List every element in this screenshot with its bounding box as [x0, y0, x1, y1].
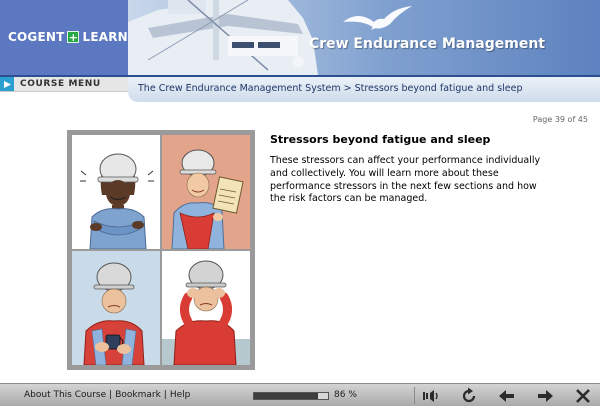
toolbar-divider — [414, 387, 415, 404]
replay-icon — [462, 387, 476, 402]
progress-text: 86 % — [334, 390, 357, 400]
logo: COGENT + LEARNING — [0, 0, 153, 75]
illustration-panel-headache-worker — [162, 251, 250, 365]
link-separator: | — [109, 390, 113, 400]
close-button[interactable] — [570, 385, 596, 406]
illustration-panel-cold-worker — [72, 135, 160, 249]
illustration-panel-clipboard-worker — [162, 135, 250, 249]
forward-button[interactable] — [532, 385, 558, 406]
course-menu-label: COURSE MENU — [20, 79, 101, 89]
illustration-panel-coffee-worker — [72, 251, 160, 365]
breadcrumb: The Crew Endurance Management System > S… — [138, 83, 523, 94]
progress-fill — [254, 393, 318, 399]
header-banner: Crew Endurance Management — [128, 0, 600, 75]
help-link[interactable]: Help — [170, 390, 191, 400]
back-arrow-icon — [499, 389, 514, 402]
replay-button[interactable] — [456, 385, 482, 406]
footer-links: About This Course | Bookmark | Help — [24, 390, 190, 400]
logo-plus-icon: + — [67, 31, 80, 44]
audio-icon — [423, 389, 438, 402]
audio-button[interactable] — [418, 385, 444, 406]
bookmark-link[interactable]: Bookmark — [115, 390, 161, 400]
breadcrumb-bar: The Crew Endurance Management System > S… — [128, 77, 600, 102]
stressors-illustration — [67, 130, 255, 370]
link-separator: | — [163, 390, 167, 400]
page-title: Stressors beyond fatigue and sleep — [270, 133, 491, 146]
close-icon — [576, 388, 590, 403]
back-button[interactable] — [494, 385, 520, 406]
header: COGENT + LEARNING Crew Endurance Managem… — [0, 0, 600, 77]
page-body: These stressors can affect your performa… — [270, 155, 541, 205]
course-menu-button[interactable]: COURSE MENU — [0, 77, 128, 92]
bottom-toolbar: About This Course | Bookmark | Help 86 % — [0, 383, 600, 406]
about-course-link[interactable]: About This Course — [24, 390, 106, 400]
course-title: Crew Endurance Management — [308, 36, 545, 52]
forward-arrow-icon — [538, 389, 553, 402]
arrow-right-icon — [0, 77, 14, 91]
logo-word-left: COGENT — [8, 30, 65, 44]
progress-bar — [253, 392, 329, 400]
page-number: Page 39 of 45 — [532, 115, 588, 124]
